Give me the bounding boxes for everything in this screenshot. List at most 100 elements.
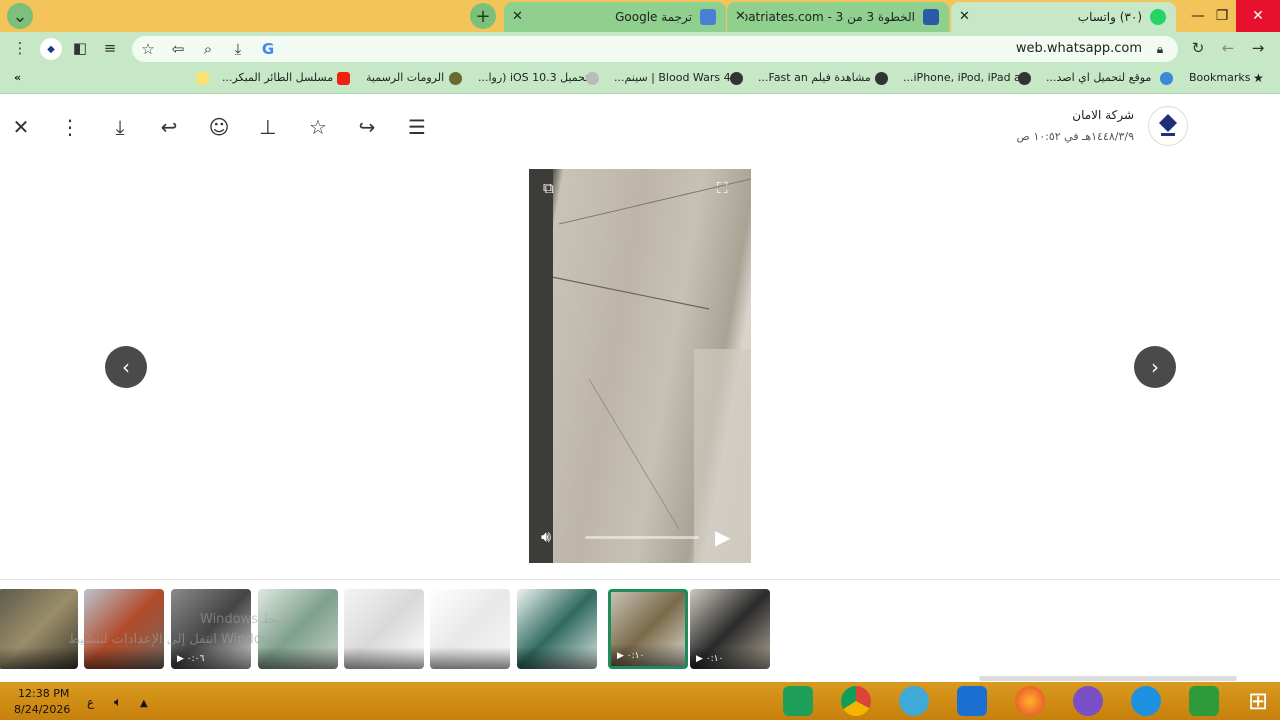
input-language[interactable]: ع — [87, 695, 94, 709]
divider — [0, 579, 1280, 580]
zoom-icon[interactable]: ⌕ — [198, 39, 218, 59]
chevron-right-icon: › — [1151, 355, 1159, 379]
tab-title: (٣٠) واتساب — [1077, 10, 1142, 24]
emoji-icon[interactable]: ☺ — [206, 114, 232, 140]
bookmark-item[interactable]: تحميل iOS 10.3 (روا... — [478, 71, 588, 84]
chrome-icon[interactable] — [841, 686, 871, 716]
new-tab-button[interactable]: + — [470, 3, 496, 29]
media-thumbnail[interactable]: ▶ ٠:٠٦ — [171, 589, 251, 669]
media-thumbnail[interactable]: ▶ ٠:١٠ — [608, 589, 688, 669]
reading-list-icon[interactable]: ≡ — [100, 38, 120, 58]
company-logo-icon — [1159, 114, 1177, 136]
tab-title: الخطوة 3 من 3 - expatriates.com — [745, 10, 915, 24]
avatar[interactable] — [1148, 106, 1188, 146]
tab-whatsapp[interactable]: ✕ (٣٠) واتساب — [951, 2, 1176, 32]
bookmark-item[interactable]: موقع لتحميل اي اصد... — [1046, 71, 1151, 84]
media-thumbnail[interactable] — [430, 589, 510, 669]
bookmark-item[interactable]: iPhone, iPod, iPad a... — [903, 71, 1021, 84]
picture-in-picture-icon[interactable]: ⧉ — [543, 179, 554, 197]
google-translate-icon — [700, 9, 716, 25]
download-icon[interactable]: ⤓ — [107, 114, 133, 140]
video-frame — [529, 169, 751, 563]
star-icon[interactable]: ☆ — [138, 39, 158, 59]
youtube-icon — [337, 72, 350, 85]
bookmark-item[interactable]: مسلسل الطائر المبكر... — [222, 71, 333, 84]
url-text[interactable]: web.whatsapp.com — [1016, 41, 1142, 56]
clock-date[interactable]: 8/24/2026 — [14, 703, 70, 716]
horizontal-scrollbar[interactable] — [979, 676, 1237, 681]
media-thumbnail[interactable] — [344, 589, 424, 669]
fullscreen-icon[interactable]: ⛶ — [717, 179, 728, 197]
video-duration: ▶ ٠:١٠ — [696, 654, 724, 664]
media-thumbnail[interactable] — [84, 589, 164, 669]
back-icon[interactable]: ← — [1218, 38, 1238, 58]
star-icon[interactable]: ☆ — [305, 114, 331, 140]
bookmarks-bar: » مسلسل الطائر المبكر... الرومات الرسمية… — [0, 64, 1280, 94]
internet-explorer-icon[interactable] — [1131, 686, 1161, 716]
menu-icon[interactable]: ⋮ — [10, 38, 30, 58]
bookmark-item[interactable]: الرومات الرسمية — [366, 71, 444, 84]
media-thumbnail[interactable] — [0, 589, 78, 669]
store-icon[interactable] — [1189, 686, 1219, 716]
clock-time[interactable]: 12:38 PM — [18, 687, 69, 700]
tab-search-button[interactable]: ⌄ — [7, 3, 33, 29]
menu-icon[interactable]: ⋮ — [57, 114, 83, 140]
tab-expatriates[interactable]: ✕ الخطوة 3 من 3 - expatriates.com — [727, 2, 949, 32]
app-3-icon[interactable] — [957, 686, 987, 716]
activation-watermark-title: Windows تنشيط — [200, 612, 298, 627]
progress-bar[interactable] — [585, 536, 699, 539]
share-icon[interactable]: ⇦ — [168, 39, 188, 59]
media-thumbnail[interactable]: ▶ ٠:١٠ — [690, 589, 770, 669]
app-green-icon[interactable] — [783, 686, 813, 716]
video-player[interactable]: ⧉ ⛶ 🔊︎ ▶ — [529, 169, 751, 563]
sidebar-icon[interactable]: ◧ — [70, 38, 90, 58]
tray-expand-icon[interactable]: ▲ — [140, 698, 148, 709]
reload-icon[interactable]: ↻ — [1188, 38, 1208, 58]
profile-avatar[interactable]: ◆ — [40, 38, 62, 60]
lock-icon[interactable]: 🔒︎ — [1150, 39, 1170, 59]
reply-all-icon[interactable]: ↩ — [156, 114, 182, 140]
speaker-icon[interactable]: 🔈︎ — [114, 695, 122, 710]
tab-title: ترجمة Google — [615, 10, 692, 24]
thumbnail-shade — [344, 647, 424, 669]
address-bar[interactable]: ☆ ⇦ ⌕ ⤓ G web.whatsapp.com 🔒︎ — [132, 36, 1178, 62]
chevron-down-icon: ⌄ — [12, 5, 28, 27]
play-icon[interactable]: ▶ — [715, 525, 730, 549]
chevron-left-icon: ‹ — [122, 355, 130, 379]
star-icon: ★ — [1253, 71, 1264, 85]
firefox-icon[interactable] — [1015, 686, 1045, 716]
bookmark-item[interactable]: مشاهدة فيلم Fast an... — [758, 71, 871, 84]
bookmark-favicon-icon — [1160, 72, 1173, 85]
bookmark-favicon-icon — [449, 72, 462, 85]
install-icon[interactable]: ⤓ — [228, 39, 248, 59]
more-bookmarks-icon[interactable]: » — [14, 71, 21, 84]
media-thumbnail[interactable] — [258, 589, 338, 669]
bookmarks-folder[interactable]: Bookmarks — [1189, 71, 1250, 84]
whatsapp-icon — [1150, 9, 1166, 25]
browser-icon[interactable] — [899, 686, 929, 716]
close-icon[interactable]: ✕ — [512, 9, 523, 24]
expatriates-icon — [923, 9, 939, 25]
bookmark-favicon-icon — [586, 72, 599, 85]
tab-google-translate[interactable]: ✕ ترجمة Google — [504, 2, 726, 32]
windows-start-icon[interactable]: ⊞ — [1243, 686, 1273, 716]
video-duration: ▶ ٠:٠٦ — [177, 654, 205, 664]
previous-media-button[interactable]: ‹ — [105, 346, 147, 388]
media-thumbnail[interactable] — [517, 589, 597, 669]
forward-icon[interactable]: ↪ — [354, 114, 380, 140]
pin-icon[interactable]: ⊥ — [255, 114, 281, 140]
plus-icon: + — [475, 5, 491, 27]
close-icon[interactable]: ✕ — [959, 9, 970, 24]
go-to-message-icon[interactable]: ☰ — [404, 114, 430, 140]
thumbnail-shade — [0, 647, 78, 669]
activation-watermark-text: انتقل إلى الإعدادات لتنشيط Windows. — [68, 632, 284, 647]
vpn-icon[interactable] — [1073, 686, 1103, 716]
thumbnail-shade — [430, 647, 510, 669]
next-media-button[interactable]: › — [1134, 346, 1176, 388]
close-viewer-icon[interactable]: ✕ — [8, 114, 34, 140]
close-icon: ✕ — [1252, 8, 1264, 24]
close-window-button[interactable]: ✕ — [1236, 0, 1280, 32]
forward-icon[interactable]: → — [1248, 38, 1268, 58]
volume-icon[interactable]: 🔊︎ — [541, 527, 551, 547]
bookmark-item[interactable]: Blood Wars 4 | سينم... — [614, 71, 731, 84]
